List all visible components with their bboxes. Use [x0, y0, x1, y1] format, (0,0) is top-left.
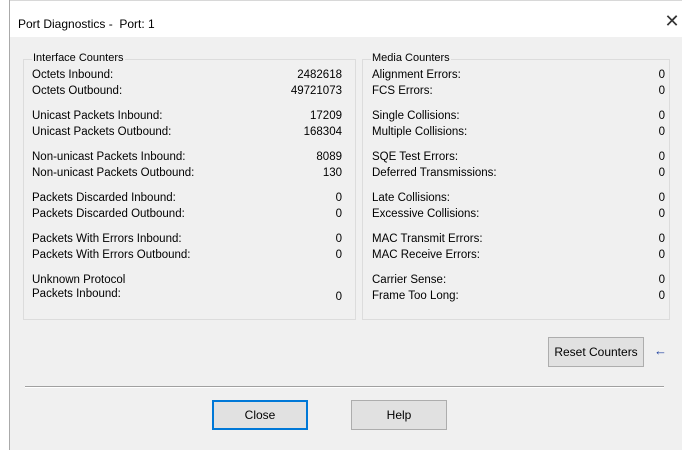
close-button[interactable]: Close — [212, 400, 308, 430]
title-bar: Port Diagnostics - Port: 1 ✕ — [10, 1, 682, 37]
unknown-protocol-label: Unknown Protocol — [32, 274, 126, 286]
octets-inbound-label: Octets Inbound: — [32, 69, 114, 81]
discarded-inbound-label: Packets Discarded Inbound: — [32, 192, 176, 204]
unknown-packets-inbound-value: 0 — [335, 291, 342, 303]
media-counters-legend: Media Counters — [371, 52, 451, 64]
deferred-transmissions-value: 0 — [658, 167, 665, 179]
mac-transmit-errors-value: 0 — [658, 233, 665, 245]
dialog-title: Port Diagnostics - Port: 1 — [18, 17, 155, 31]
alignment-errors-value: 0 — [658, 69, 665, 81]
excessive-collisions-value: 0 — [658, 208, 665, 220]
mac-receive-errors-label: MAC Receive Errors: — [372, 249, 480, 261]
excessive-collisions-label: Excessive Collisions: — [372, 208, 480, 220]
frame-too-long-label: Frame Too Long: — [372, 290, 459, 302]
discarded-outbound-label: Packets Discarded Outbound: — [32, 208, 185, 220]
interface-counters-legend: Interface Counters — [32, 52, 125, 64]
alignment-errors-label: Alignment Errors: — [372, 69, 461, 81]
carrier-sense-value: 0 — [658, 274, 665, 286]
mac-receive-errors-value: 0 — [658, 249, 665, 261]
multiple-collisions-value: 0 — [658, 126, 665, 138]
mac-transmit-errors-label: MAC Transmit Errors: — [372, 233, 483, 245]
errors-inbound-value: 0 — [335, 233, 342, 245]
nonunicast-outbound-label: Non-unicast Packets Outbound: — [32, 167, 195, 179]
unknown-packets-inbound-label: Packets Inbound: — [32, 288, 121, 300]
deferred-transmissions-label: Deferred Transmissions: — [372, 167, 497, 179]
errors-outbound-label: Packets With Errors Outbound: — [32, 249, 191, 261]
carrier-sense-label: Carrier Sense: — [372, 274, 447, 286]
sqe-test-errors-value: 0 — [658, 151, 665, 163]
media-counters-group: Media Counters Alignment Errors: 0 FCS E… — [362, 52, 670, 320]
late-collisions-value: 0 — [658, 192, 665, 204]
late-collisions-label: Late Collisions: — [372, 192, 450, 204]
multiple-collisions-label: Multiple Collisions: — [372, 126, 468, 138]
reset-counters-button[interactable]: Reset Counters — [548, 337, 644, 367]
fcs-errors-value: 0 — [658, 85, 665, 97]
errors-outbound-value: 0 — [335, 249, 342, 261]
frame-too-long-value: 0 — [658, 290, 665, 302]
errors-inbound-label: Packets With Errors Inbound: — [32, 233, 182, 245]
octets-outbound-label: Octets Outbound: — [32, 85, 123, 97]
unicast-inbound-label: Unicast Packets Inbound: — [32, 110, 163, 122]
nonunicast-inbound-label: Non-unicast Packets Inbound: — [32, 151, 186, 163]
nonunicast-inbound-value: 8089 — [316, 151, 342, 163]
unicast-outbound-value: 168304 — [303, 126, 342, 138]
octets-inbound-value: 2482618 — [297, 69, 342, 81]
discarded-inbound-value: 0 — [335, 192, 342, 204]
port-diagnostics-dialog: Port Diagnostics - Port: 1 ✕ Interface C… — [9, 0, 682, 450]
nonunicast-outbound-value: 130 — [322, 167, 342, 179]
arrow-left-icon: ← — [654, 343, 667, 358]
unicast-inbound-value: 17209 — [310, 110, 342, 122]
close-icon[interactable]: ✕ — [660, 9, 682, 33]
help-button[interactable]: Help — [351, 400, 447, 430]
fcs-errors-label: FCS Errors: — [372, 85, 433, 97]
sqe-test-errors-label: SQE Test Errors: — [372, 151, 459, 163]
octets-outbound-value: 49721073 — [290, 85, 342, 97]
single-collisions-value: 0 — [658, 110, 665, 122]
interface-counters-group: Interface Counters Octets Inbound: 24826… — [23, 52, 356, 320]
single-collisions-label: Single Collisions: — [372, 110, 460, 122]
discarded-outbound-value: 0 — [335, 208, 342, 220]
separator-highlight — [25, 387, 664, 388]
unicast-outbound-label: Unicast Packets Outbound: — [32, 126, 172, 138]
